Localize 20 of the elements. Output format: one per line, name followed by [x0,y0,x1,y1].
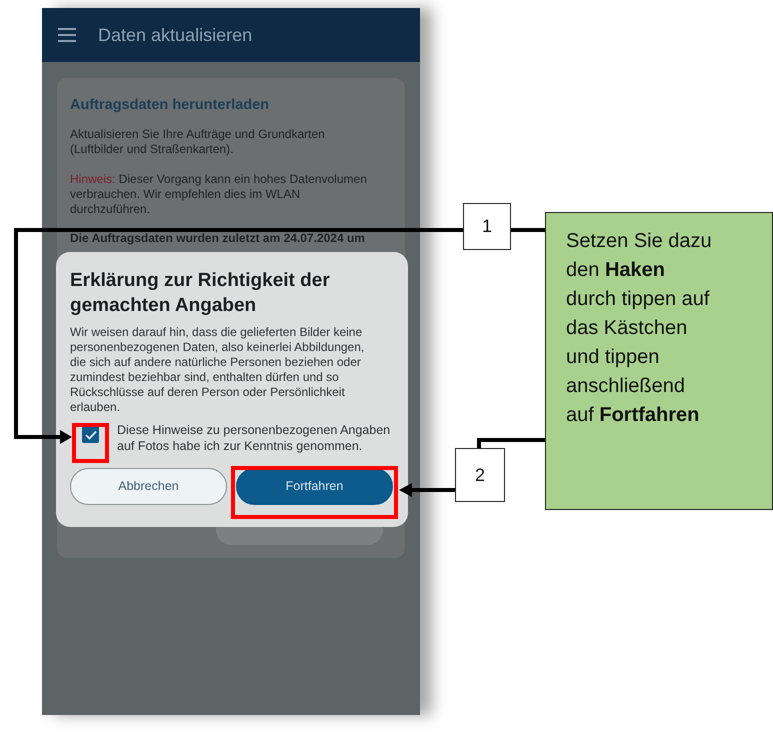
callout-number: 1 [463,203,511,250]
leader-line [511,228,545,232]
highlight-frame [72,423,109,463]
callout-number: 2 [455,448,505,502]
card-text: Aktualisieren Sie Ihre Aufträge und Grundkarten (Luftbilder und Straßenkarten). [70,126,326,157]
dialog-text: Wir weisen darauf hin, dass die gelieferten Bilder keine personenbezogenen Daten, also keinerlei Abbildungen, die sich auf andere natürliche Personen beziehen oder zumindest beziehbar sind, enthalten dürfen und so Rückschlüsse auf deren Person oder Persönlichkeit erlauben. [70,325,366,415]
menu-icon[interactable] [58,28,76,42]
app-bar-title: Daten aktualisieren [98,24,252,46]
leader-line [399,483,455,497]
cancel-button[interactable]: Abbrechen [70,468,227,505]
status-text: Die Auftragsdaten wurden zuletzt am 24.07.2024 um [70,230,366,247]
dialog-title: Erklärung zur Richtigkeit der gemachten Angaben [70,269,331,318]
leader-line [477,438,545,448]
continue-button[interactable]: Fortfahren [236,468,393,505]
checkmark-icon [84,430,96,440]
card-title: Auftragsdaten herunterladen [70,96,270,115]
checkbox[interactable] [82,426,99,443]
annotation-text: Setzen Sie dazu den Haken durch tippen auf das Kästchen und tippen anschließend auf Fortfahren [566,229,713,428]
hint-text: Hinweis: Dieser Vorgang kann ein hohes Datenvolumen verbrauchen. Wir empfehlen dies im WLAN durchzuführen. [70,172,368,217]
checkbox-label: Diese Hinweise zu personenbezogenen Angaben auf Fotos habe ich zur Kenntnis genommen. [117,422,392,454]
